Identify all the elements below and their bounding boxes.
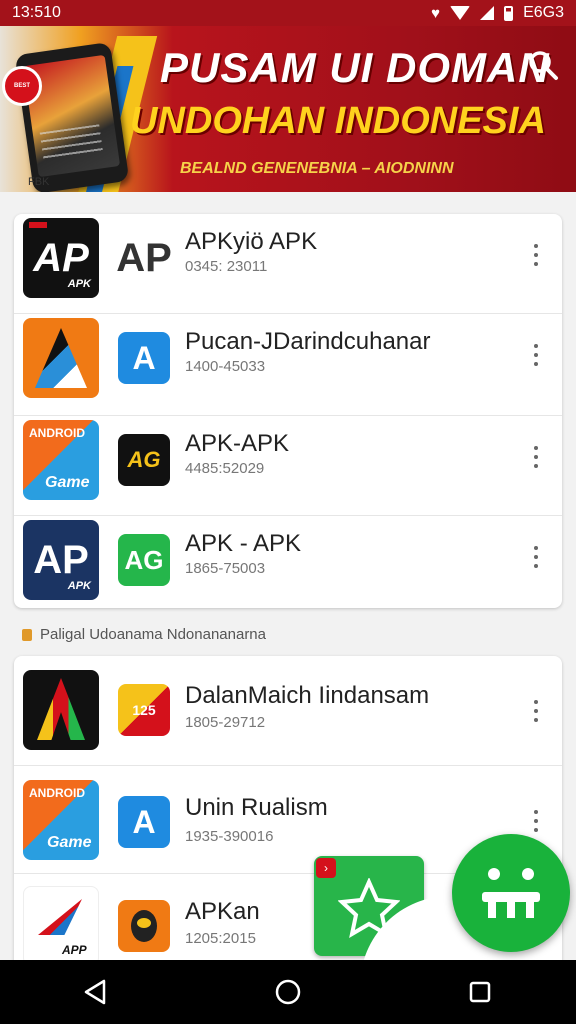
section-header: Pаligal Udoanama Ndonananarna bbox=[22, 626, 266, 643]
app-logo-icon: AP bbox=[116, 235, 172, 280]
more-menu-icon[interactable] bbox=[526, 442, 546, 472]
more-menu-icon[interactable] bbox=[526, 240, 546, 270]
more-menu-icon[interactable] bbox=[526, 806, 546, 836]
list-item[interactable]: AP APK AG APK - APK 1865-75003 bbox=[14, 516, 562, 608]
list-item[interactable]: AP APK AP APKyiö APK 0345: 23011 bbox=[14, 214, 562, 314]
app-logo-text: AG bbox=[127, 447, 161, 472]
status-bar: 13:510 ♥ E6G3 bbox=[0, 0, 576, 26]
app-icon-subtext: Game bbox=[45, 474, 90, 491]
back-icon[interactable] bbox=[76, 972, 116, 1012]
app-icon-text: ANDROID bbox=[29, 426, 85, 440]
phone-illustration bbox=[14, 42, 130, 192]
app-icon[interactable]: ANDROID Game bbox=[23, 420, 99, 500]
app-logo-text: A bbox=[132, 803, 156, 840]
list-item[interactable]: ANDROID Game AG APK-APK 4485:52029 bbox=[14, 416, 562, 516]
app-icon[interactable]: ANDROID Game bbox=[23, 780, 99, 860]
search-icon[interactable] bbox=[526, 48, 560, 82]
app-icon-graphic bbox=[35, 328, 87, 388]
alarm-icon: ♥ bbox=[431, 4, 441, 22]
recents-icon[interactable] bbox=[460, 972, 500, 1012]
app-icon-flag bbox=[29, 222, 47, 228]
app-icon[interactable]: A bbox=[23, 670, 99, 750]
character-icon bbox=[131, 910, 157, 942]
app-subtitle: 1205:2015 bbox=[185, 930, 256, 947]
banner-subtitle: BEALND GENENEBNIA – AIODNINN bbox=[180, 160, 454, 177]
app-icon[interactable]: AP APK bbox=[23, 218, 99, 298]
home-icon[interactable] bbox=[268, 972, 308, 1012]
app-logo-text: AG bbox=[124, 544, 164, 575]
banner-title-2: UNDOHAN INDONESIA bbox=[130, 100, 546, 142]
more-menu-icon[interactable] bbox=[526, 696, 546, 726]
app-logo-icon: A bbox=[118, 796, 170, 848]
app-logo-icon: 125 bbox=[118, 684, 170, 736]
app-title: APK - APK bbox=[185, 530, 302, 557]
app-icon[interactable]: APP bbox=[23, 886, 99, 966]
app-logo-icon: A bbox=[118, 332, 170, 384]
app-subtitle: 1400-45033 bbox=[185, 358, 266, 375]
phone-label: FBK bbox=[28, 176, 50, 188]
cell-signal-icon bbox=[480, 6, 495, 20]
wifi-icon bbox=[450, 6, 471, 20]
section-icon bbox=[22, 628, 32, 641]
app-icon-text: APP bbox=[62, 943, 87, 957]
android-icon bbox=[482, 868, 540, 918]
app-icon-subtext: APK bbox=[67, 580, 91, 592]
promo-badge: BEST bbox=[2, 66, 42, 106]
status-time: 13:510 bbox=[12, 4, 61, 21]
battery-icon bbox=[504, 5, 514, 21]
list-item[interactable]: A Pucan-JDarindcuhanar 1400-45033 bbox=[14, 314, 562, 416]
app-icon-graphic bbox=[37, 678, 85, 740]
character-face bbox=[137, 918, 151, 928]
app-title: Pucan-JDarindcuhanar bbox=[185, 328, 431, 355]
app-subtitle: 1935-390016 bbox=[185, 828, 274, 845]
app-icon-text: AP bbox=[33, 537, 89, 582]
app-logo-text: 125 bbox=[132, 702, 156, 718]
app-icon-graphic bbox=[38, 899, 82, 935]
battery-text: E6G3 bbox=[523, 4, 564, 21]
app-icon[interactable] bbox=[23, 318, 99, 398]
app-subtitle: 1865-75003 bbox=[185, 560, 266, 577]
app-title: APK-APK bbox=[185, 430, 290, 457]
banner-title: PUSAM UI DOMAN bbox=[160, 44, 550, 91]
more-menu-icon[interactable] bbox=[526, 542, 546, 572]
app-title: APKyiö APK bbox=[185, 228, 318, 255]
app-title: APKan bbox=[185, 898, 260, 925]
more-menu-icon[interactable] bbox=[526, 340, 546, 370]
app-logo-icon bbox=[118, 900, 170, 952]
promo-arrow-icon: › bbox=[316, 858, 336, 878]
app-list-card: AP APK AP APKyiö APK 0345: 23011 A Pucan… bbox=[14, 214, 562, 608]
app-logo-icon: AG bbox=[118, 534, 170, 586]
header-banner[interactable]: BEST FBK PUSAM UI DOMAN UNDOHAN INDONESI… bbox=[0, 26, 576, 192]
app-subtitle: 1805-29712 bbox=[185, 714, 266, 731]
app-title: DalanMaich Iindansam bbox=[185, 682, 430, 709]
app-root: 13:510 ♥ E6G3 BEST FBK PUSAM UI DOMAN UN… bbox=[0, 0, 576, 1024]
navigation-bar bbox=[0, 960, 576, 1024]
app-logo-icon: AG bbox=[118, 434, 170, 486]
section-title: Pаligal Udoanama Ndonananarna bbox=[40, 626, 266, 643]
status-icons: ♥ E6G3 bbox=[431, 4, 564, 22]
app-icon[interactable]: AP APK bbox=[23, 520, 99, 600]
app-icon-subtext: Game bbox=[47, 834, 92, 851]
android-fab-button[interactable] bbox=[452, 834, 570, 952]
app-subtitle: 4485:52029 bbox=[185, 460, 265, 477]
app-logo-text: A bbox=[132, 339, 156, 376]
app-title: Unin Rualism bbox=[185, 794, 328, 821]
app-icon-text: AP bbox=[33, 235, 89, 280]
app-icon-subtext: APK bbox=[67, 278, 91, 290]
app-subtitle: 0345: 23011 bbox=[185, 258, 268, 275]
app-icon-text: ANDROID bbox=[29, 786, 85, 800]
list-item[interactable]: A 125 DalanMaich Iindansam 1805-29712 bbox=[14, 656, 562, 766]
